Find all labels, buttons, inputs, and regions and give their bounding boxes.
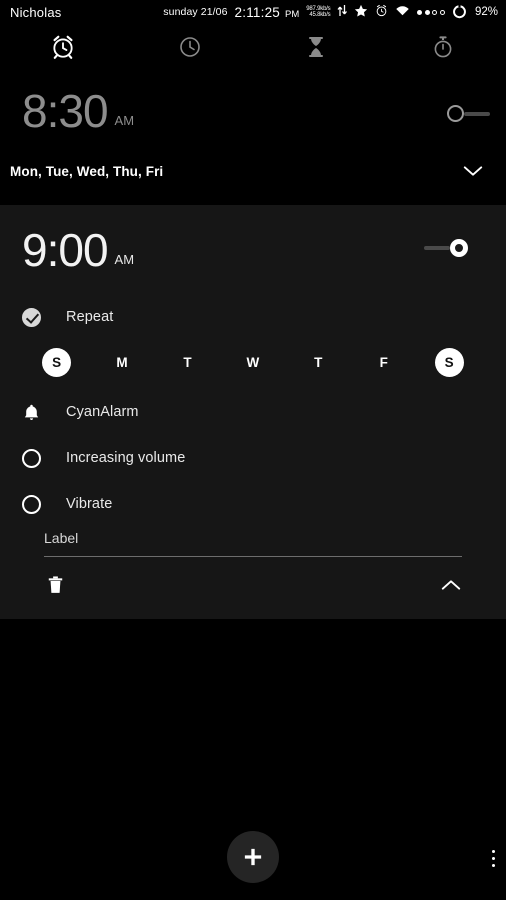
toggle-track <box>464 111 490 116</box>
delete-alarm-button[interactable] <box>46 574 65 601</box>
day-label: W <box>246 354 260 370</box>
day-label: S <box>42 347 72 377</box>
wifi-icon <box>395 4 410 20</box>
status-bar-clock: 2:11:25 PM <box>235 5 300 20</box>
day-toggle-friday[interactable]: F <box>351 348 416 377</box>
status-bar-date: sunday 21/06 <box>163 6 228 18</box>
more-vertical-icon <box>491 856 495 860</box>
alarm-time-row[interactable]: 8:30 AM <box>22 88 484 134</box>
day-toggle-monday[interactable]: M <box>89 348 154 377</box>
tab-alarm[interactable] <box>0 24 127 70</box>
clock-icon <box>179 37 200 57</box>
repeat-label: Repeat <box>66 309 114 325</box>
circle-unchecked-icon <box>22 448 41 468</box>
alarm-item-expanded: 9:00 AM Repeat S M T W T F S CyanAlarm I… <box>0 205 506 619</box>
alarm-item-collapsed[interactable]: 8:30 AM Mon, Tue, Wed, Thu, Fri <box>0 70 506 205</box>
chevron-down-icon <box>463 166 483 176</box>
network-speed-icon: 987.9kb/s 45.8kb/s <box>306 6 330 18</box>
vibrate-checkbox[interactable] <box>22 494 66 514</box>
alarm-expand-button[interactable] <box>462 164 484 183</box>
vibrate-row[interactable]: Vibrate <box>22 482 484 526</box>
trash-icon <box>48 575 63 593</box>
alarm-ampm: AM <box>114 113 135 128</box>
network-speed-up: 45.8kb/s <box>309 12 331 18</box>
day-label: T <box>183 354 192 370</box>
label-input[interactable]: Label <box>44 530 484 556</box>
alarm-actions-row <box>22 557 484 617</box>
day-toggle-wednesday[interactable]: W <box>220 348 285 377</box>
tab-timer[interactable] <box>253 24 380 70</box>
vibrate-label: Vibrate <box>66 496 113 512</box>
more-vertical-icon <box>491 849 495 853</box>
day-toggle-saturday[interactable]: S <box>417 347 482 377</box>
alarm-clock-icon <box>53 35 73 59</box>
alarm-ampm: AM <box>114 252 135 267</box>
status-bar-ampm: PM <box>285 8 300 20</box>
alarm-time[interactable]: 9:00 <box>22 227 109 273</box>
status-bar-time: 2:11:25 <box>234 4 280 20</box>
chevron-up-icon <box>441 579 461 590</box>
repeat-days-row: S M T W T F S <box>22 339 484 385</box>
clock-app-screen: Nicholas sunday 21/06 2:11:25 PM 987.9kb… <box>0 0 506 900</box>
repeat-checkbox[interactable] <box>22 307 66 327</box>
tab-clock[interactable] <box>127 24 254 70</box>
circle-unchecked-icon <box>22 494 41 514</box>
tab-stopwatch[interactable] <box>380 24 506 70</box>
battery-icon <box>452 3 467 22</box>
toggle-knob <box>447 105 464 122</box>
day-toggle-thursday[interactable]: T <box>286 348 351 377</box>
toggle-track <box>424 246 450 250</box>
signal-dots-icon <box>417 9 445 15</box>
tab-bar <box>0 24 506 70</box>
more-vertical-icon <box>491 863 495 867</box>
day-label: M <box>116 354 128 370</box>
alarm-list: 8:30 AM Mon, Tue, Wed, Thu, Fri 9:00 AM <box>0 70 506 619</box>
alarm-collapse-button[interactable] <box>440 578 462 597</box>
battery-percent: 92% <box>474 6 498 18</box>
day-toggle-sunday[interactable]: S <box>24 347 89 377</box>
bell-icon-wrap <box>22 402 66 423</box>
alarm-time[interactable]: 8:30 <box>22 88 109 134</box>
day-label: T <box>314 354 323 370</box>
alarm-days-summary: Mon, Tue, Wed, Thu, Fri <box>10 164 164 179</box>
alarm-time-row[interactable]: 9:00 AM <box>22 227 484 273</box>
add-alarm-fab[interactable] <box>227 831 279 883</box>
data-transfer-icon <box>337 4 348 20</box>
bell-icon <box>24 404 39 420</box>
ringtone-label: CyanAlarm <box>66 404 139 420</box>
repeat-row[interactable]: Repeat <box>22 295 484 339</box>
status-bar-user: Nicholas <box>10 4 62 20</box>
day-label: S <box>434 347 464 377</box>
status-bar-right: sunday 21/06 2:11:25 PM 987.9kb/s 45.8kb… <box>163 3 498 22</box>
label-field-wrap: Label <box>22 530 484 557</box>
stopwatch-icon <box>434 36 452 58</box>
toggle-knob <box>450 239 468 257</box>
overflow-menu-button[interactable] <box>491 849 495 867</box>
day-label: F <box>379 354 389 370</box>
alarm-toggle-on[interactable] <box>424 239 468 257</box>
alarm-set-icon <box>375 4 388 20</box>
increasing-volume-row[interactable]: Increasing volume <box>22 436 484 480</box>
status-bar: Nicholas sunday 21/06 2:11:25 PM 987.9kb… <box>0 0 506 24</box>
hourglass-icon <box>309 37 324 57</box>
ringtone-row[interactable]: CyanAlarm <box>22 390 484 434</box>
increasing-volume-label: Increasing volume <box>66 450 186 466</box>
increasing-volume-checkbox[interactable] <box>22 448 66 468</box>
alarm-toggle-off[interactable] <box>447 105 490 122</box>
check-circle-icon <box>22 307 41 327</box>
star-icon <box>354 4 368 21</box>
day-toggle-tuesday[interactable]: T <box>155 348 220 377</box>
plus-icon <box>244 848 262 866</box>
